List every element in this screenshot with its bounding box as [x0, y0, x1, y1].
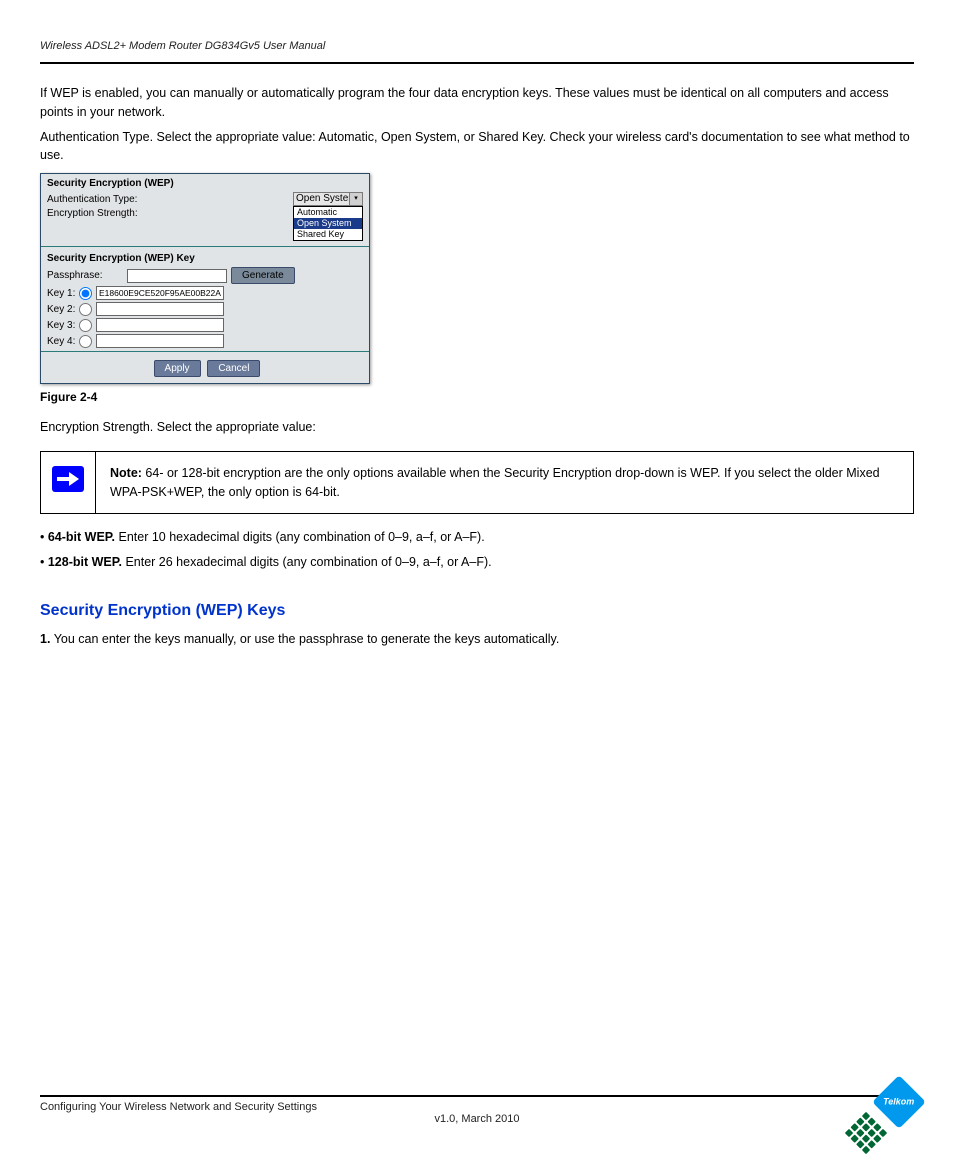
key3-radio[interactable] — [79, 319, 92, 332]
auth-option[interactable]: Automatic — [294, 207, 362, 218]
auth-option[interactable]: Shared Key — [294, 229, 362, 240]
step1-num: 1. — [40, 632, 50, 646]
cancel-button[interactable]: Cancel — [207, 360, 260, 377]
key-label: Key 1: — [47, 288, 79, 299]
bullet-rest: Enter 10 hexadecimal digits (any combina… — [115, 530, 485, 544]
apply-button[interactable]: Apply — [154, 360, 201, 377]
wep-config-panel: Security Encryption (WEP) Authentication… — [40, 173, 370, 384]
bullet: • 64-bit WEP. Enter 10 hexadecimal digit… — [40, 528, 914, 547]
bullet-bold: 128-bit WEP. — [48, 555, 122, 569]
key2-input[interactable] — [96, 302, 224, 316]
key4-input[interactable] — [96, 334, 224, 348]
key-label: Key 3: — [47, 320, 79, 331]
panel-section1-title: Security Encryption (WEP) — [41, 174, 369, 191]
bullet-rest: Enter 26 hexadecimal digits (any combina… — [122, 555, 492, 569]
key3-input[interactable] — [96, 318, 224, 332]
header-divider — [40, 62, 914, 64]
logo-text: Telkom — [883, 1097, 914, 1107]
header-left: Wireless ADSL2+ Modem Router DG834Gv5 Us… — [40, 40, 325, 52]
auth-type-select[interactable]: Open System ▾ — [293, 192, 363, 206]
footer-left: Configuring Your Wireless Network and Se… — [40, 1101, 317, 1113]
auth-type-label: Authentication Type: — [47, 194, 167, 205]
telkom-logo: Telkom — [844, 1075, 924, 1155]
passphrase-input[interactable] — [127, 269, 227, 283]
auth-type-dropdown: Automatic Open System Shared Key — [293, 206, 363, 241]
enc-strength-text: Encryption Strength. Select the appropri… — [40, 418, 914, 437]
footer-version: v1.0, March 2010 — [40, 1113, 914, 1125]
bullet: • 128-bit WEP. Enter 26 hexadecimal digi… — [40, 553, 914, 572]
panel-divider — [41, 351, 369, 352]
panel-section2-title: Security Encryption (WEP) Key — [41, 249, 369, 266]
wep-keys-heading: Security Encryption (WEP) Keys — [40, 602, 914, 620]
figure-caption: Figure 2-4 — [40, 390, 914, 404]
auth-type-select-value: Open System — [296, 193, 357, 204]
chevron-down-icon: ▾ — [349, 193, 362, 205]
generate-button[interactable]: Generate — [231, 267, 295, 284]
note-box: Note: 64- or 128-bit encryption are the … — [40, 451, 914, 515]
intro-paragraph-1: If WEP is enabled, you can manually or a… — [40, 84, 914, 122]
enc-strength-label: Encryption Strength: — [47, 208, 167, 219]
key-label: Key 2: — [47, 304, 79, 315]
bullet-bold: 64-bit WEP. — [48, 530, 115, 544]
key2-radio[interactable] — [79, 303, 92, 316]
passphrase-label: Passphrase: — [47, 270, 127, 281]
note-icon-cell — [41, 452, 96, 514]
arrow-right-icon — [52, 466, 84, 492]
key-label: Key 4: — [47, 336, 79, 347]
note-prefix: Note: — [110, 466, 142, 480]
note-body: Note: 64- or 128-bit encryption are the … — [96, 452, 913, 514]
step1-text: You can enter the keys manually, or use … — [54, 632, 560, 646]
auth-option[interactable]: Open System — [294, 218, 362, 229]
key4-radio[interactable] — [79, 335, 92, 348]
step1: 1. You can enter the keys manually, or u… — [40, 630, 914, 649]
logo-diamond-icon: Telkom — [872, 1075, 926, 1129]
key1-radio[interactable] — [79, 287, 92, 300]
footer-divider — [40, 1095, 914, 1097]
intro-paragraph-2: Authentication Type. Select the appropri… — [40, 128, 914, 166]
logo-dots-icon — [843, 1110, 888, 1155]
panel-divider — [41, 246, 369, 247]
note-text: 64- or 128-bit encryption are the only o… — [110, 466, 880, 499]
key1-input[interactable] — [96, 286, 224, 300]
